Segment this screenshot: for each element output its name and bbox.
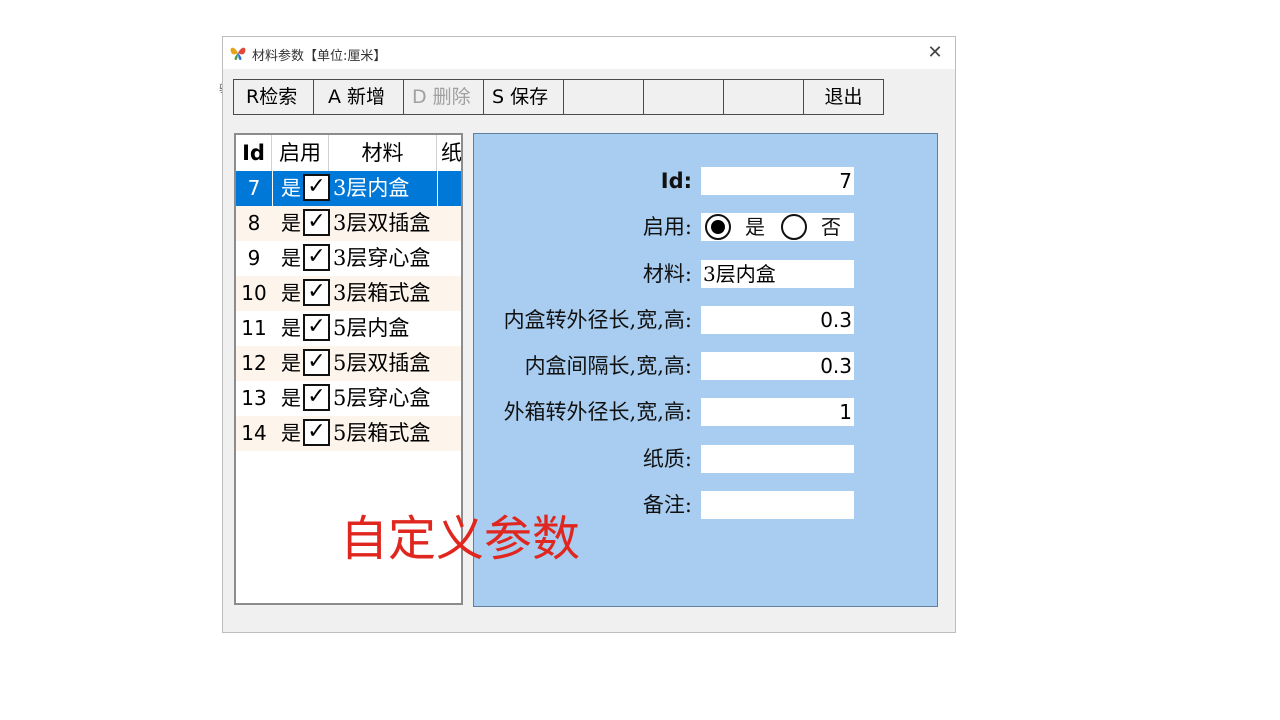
search-button[interactable]: R检索 — [233, 79, 314, 115]
outer-field[interactable]: 1 — [701, 398, 854, 426]
row-id: 13 — [241, 386, 267, 410]
material-label: 材料: — [642, 262, 692, 286]
blank-button-1[interactable] — [563, 79, 644, 115]
inner-gap-label: 内盒间隔长,宽,高: — [524, 354, 692, 378]
table-row[interactable]: 10 是 ✓ 3层箱式盒 — [236, 276, 461, 311]
check-icon[interactable]: ✓ — [303, 314, 330, 341]
row-id: 14 — [241, 421, 267, 445]
inner-outer-label: 内盒转外径长,宽,高: — [503, 308, 692, 332]
paper-field[interactable] — [701, 445, 854, 473]
column-header-paper[interactable]: 纸 — [441, 135, 461, 171]
row-enabled-text: 是 — [281, 246, 301, 270]
table-row[interactable]: 12 是 ✓ 5层双插盒 — [236, 346, 461, 381]
row-material: 3层内盒 — [333, 176, 410, 200]
remark-label: 备注: — [642, 493, 692, 517]
row-material: 5层内盒 — [333, 316, 410, 340]
window-title: 材料参数【单位:厘米】 — [252, 49, 387, 64]
id-field[interactable]: 7 — [701, 167, 854, 195]
row-material: 5层双插盒 — [333, 351, 431, 375]
enabled-yes-label: 是 — [745, 215, 765, 239]
outer-label: 外箱转外径长,宽,高: — [503, 400, 692, 424]
row-id: 10 — [241, 281, 267, 305]
row-enabled-text: 是 — [281, 316, 301, 340]
row-enabled-text: 是 — [281, 421, 301, 445]
table-row[interactable]: 9 是 ✓ 3层穿心盒 — [236, 241, 461, 276]
check-icon[interactable]: ✓ — [303, 384, 330, 411]
delete-button[interactable]: D 删除 — [403, 79, 484, 115]
column-header-material[interactable]: 材料 — [329, 135, 437, 171]
paper-label: 纸质: — [642, 447, 692, 471]
enabled-radio-group: 是 否 — [701, 213, 854, 241]
inner-outer-field[interactable]: 0.3 — [701, 306, 854, 334]
enabled-yes-radio[interactable] — [705, 214, 731, 240]
row-material: 3层箱式盒 — [333, 281, 431, 305]
row-material: 3层双插盒 — [333, 211, 431, 235]
row-enabled-text: 是 — [281, 176, 301, 200]
butterfly-icon — [229, 44, 247, 62]
row-id: 12 — [241, 351, 267, 375]
row-material: 3层穿心盒 — [333, 246, 431, 270]
row-id: 9 — [247, 246, 261, 270]
row-material: 5层箱式盒 — [333, 421, 431, 445]
close-icon[interactable]: ✕ — [923, 41, 947, 65]
check-icon[interactable]: ✓ — [303, 349, 330, 376]
check-icon[interactable]: ✓ — [303, 419, 330, 446]
row-id: 11 — [241, 316, 267, 340]
caption-overlay: 自定义参数 — [340, 511, 581, 567]
table-row[interactable]: 7 是 ✓ 3层内盒 — [236, 171, 461, 206]
column-header-enabled[interactable]: 启用 — [272, 135, 329, 171]
save-button[interactable]: S 保存 — [483, 79, 564, 115]
row-enabled-text: 是 — [281, 386, 301, 410]
materials-window: 材料参数【单位:厘米】 ✕ R检索 A 新增 D 删除 S 保存 退出 Id 启… — [222, 36, 956, 633]
table-row[interactable]: 13 是 ✓ 5层穿心盒 — [236, 381, 461, 416]
blank-button-2[interactable] — [643, 79, 724, 115]
add-button[interactable]: A 新增 — [313, 79, 404, 115]
row-id: 8 — [247, 211, 261, 235]
enabled-label: 启用: — [642, 215, 692, 239]
table-row[interactable]: 11 是 ✓ 5层内盒 — [236, 311, 461, 346]
row-divider — [437, 171, 438, 206]
check-icon[interactable]: ✓ — [303, 244, 330, 271]
row-id: 7 — [247, 176, 261, 200]
enabled-no-radio[interactable] — [781, 214, 807, 240]
id-label: Id: — [660, 169, 692, 193]
remark-field[interactable] — [701, 491, 854, 519]
table-row[interactable]: 8 是 ✓ 3层双插盒 — [236, 206, 461, 241]
radio-dot — [711, 220, 725, 234]
column-header-id[interactable]: Id — [236, 135, 272, 171]
inner-gap-field[interactable]: 0.3 — [701, 352, 854, 380]
check-icon[interactable]: ✓ — [303, 209, 330, 236]
blank-button-3[interactable] — [723, 79, 804, 115]
check-icon[interactable]: ✓ — [303, 174, 330, 201]
table-row[interactable]: 14 是 ✓ 5层箱式盒 — [236, 416, 461, 451]
row-enabled-text: 是 — [281, 281, 301, 305]
check-icon[interactable]: ✓ — [303, 279, 330, 306]
row-divider — [272, 171, 273, 206]
row-material: 5层穿心盒 — [333, 386, 431, 410]
material-field[interactable]: 3层内盒 — [701, 260, 854, 288]
exit-button[interactable]: 退出 — [803, 79, 884, 115]
row-enabled-text: 是 — [281, 351, 301, 375]
row-enabled-text: 是 — [281, 211, 301, 235]
enabled-no-label: 否 — [821, 215, 841, 239]
title-bar: 材料参数【单位:厘米】 ✕ — [223, 37, 955, 69]
